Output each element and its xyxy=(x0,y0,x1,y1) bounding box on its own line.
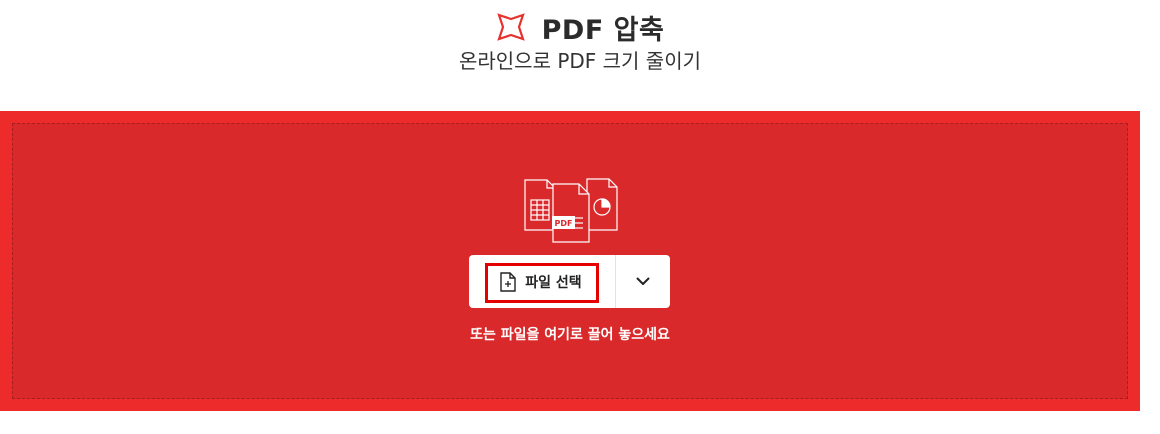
upload-dropzone[interactable]: PDF 파일 선택 또는 파일을 여기로 끌어 놓으세요 xyxy=(0,111,1140,411)
file-plus-icon xyxy=(500,271,516,292)
title-row: PDF 압축 xyxy=(0,8,1160,46)
page-title: PDF 압축 xyxy=(541,14,665,46)
select-file-button[interactable]: 파일 선택 xyxy=(469,255,616,308)
chevron-down-icon xyxy=(636,277,650,285)
illustration-badge-label: PDF xyxy=(555,219,573,228)
document-files-icon: PDF xyxy=(524,178,618,243)
page-subtitle: 온라인으로 PDF 크기 줄이기 xyxy=(458,49,702,73)
select-file-label: 파일 선택 xyxy=(525,274,582,291)
page-header: PDF 압축 온라인으로 PDF 크기 줄이기 xyxy=(0,0,1160,110)
compress-icon xyxy=(496,13,525,41)
upload-source-dropdown-button[interactable] xyxy=(616,255,670,308)
drop-hint-text: 또는 파일을 여기로 끌어 놓으세요 xyxy=(470,327,670,343)
dropzone-dashed-area[interactable]: PDF 파일 선택 또는 파일을 여기로 끌어 놓으세요 xyxy=(12,123,1128,399)
file-select-group: 파일 선택 xyxy=(469,255,670,308)
